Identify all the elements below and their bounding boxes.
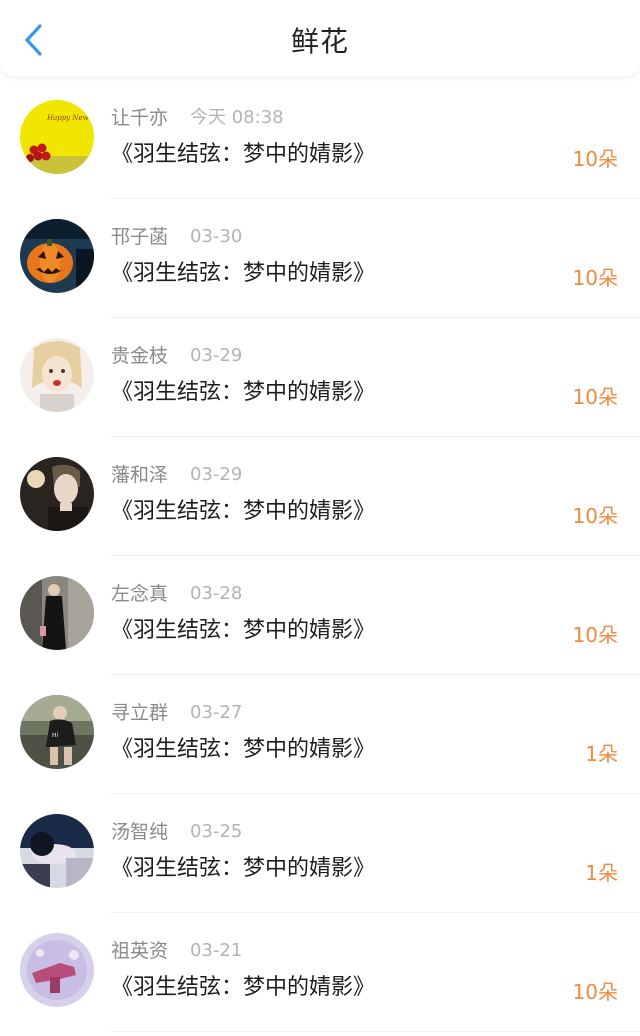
avatar[interactable] xyxy=(20,814,94,888)
work-title: 《羽生结弦：梦中的婧影》 xyxy=(111,618,376,643)
flower-count: 1朵 xyxy=(585,861,618,885)
sender-name: 寻立群 xyxy=(111,702,169,724)
work-title: 《羽生结弦：梦中的婧影》 xyxy=(111,261,376,286)
avatar[interactable]: Hi xyxy=(20,695,94,769)
work-title: 《羽生结弦：梦中的婧影》 xyxy=(111,737,376,762)
list-item[interactable]: 祖英资 03-21 《羽生结弦：梦中的婧影》 10朵 xyxy=(0,913,640,1032)
sent-date: 03-21 xyxy=(190,940,243,961)
work-title: 《羽生结弦：梦中的婧影》 xyxy=(111,499,376,524)
flower-count: 10朵 xyxy=(572,266,618,290)
sent-date: 03-28 xyxy=(190,583,243,604)
avatar[interactable] xyxy=(20,219,94,293)
work-title: 《羽生结弦：梦中的婧影》 xyxy=(111,380,376,405)
sender-name: 藩和泽 xyxy=(111,464,169,486)
sender-name: 左念真 xyxy=(111,583,169,605)
sender-name: 让千亦 xyxy=(111,107,169,129)
sent-date: 03-29 xyxy=(190,464,243,485)
flower-gift-list: Happy New Ye 让千亦 今天 08:38 《羽生结弦：梦中的婧影》 1… xyxy=(0,80,640,1032)
avatar-caption: Happy New Ye xyxy=(46,114,94,122)
sender-name: 贵金枝 xyxy=(111,345,169,367)
flower-count: 10朵 xyxy=(572,147,618,171)
list-item[interactable]: 藩和泽 03-29 《羽生结弦：梦中的婧影》 10朵 xyxy=(0,437,640,556)
divider xyxy=(110,1031,640,1032)
list-item[interactable]: Happy New Ye 让千亦 今天 08:38 《羽生结弦：梦中的婧影》 1… xyxy=(0,80,640,199)
avatar[interactable]: Happy New Ye xyxy=(20,100,94,174)
avatar[interactable] xyxy=(20,933,94,1007)
avatar[interactable] xyxy=(20,457,94,531)
flower-count: 10朵 xyxy=(572,385,618,409)
flower-count: 10朵 xyxy=(572,504,618,528)
sent-date: 03-25 xyxy=(190,821,243,842)
list-item[interactable]: 汤智纯 03-25 《羽生结弦：梦中的婧影》 1朵 xyxy=(0,794,640,913)
work-title: 《羽生结弦：梦中的婧影》 xyxy=(111,142,376,167)
list-item[interactable]: 左念真 03-28 《羽生结弦：梦中的婧影》 10朵 xyxy=(0,556,640,675)
flower-count: 1朵 xyxy=(585,742,618,766)
sender-name: 汤智纯 xyxy=(111,821,169,843)
flowers-page: 鲜花 Happy New Ye 让千亦 今天 08:38 《羽生结弦：梦中的婧影… xyxy=(0,0,640,1036)
sender-name: 邗子菡 xyxy=(111,226,169,248)
work-title: 《羽生结弦：梦中的婧影》 xyxy=(111,856,376,881)
list-item[interactable]: 邗子菡 03-30 《羽生结弦：梦中的婧影》 10朵 xyxy=(0,199,640,318)
svg-text:Hi: Hi xyxy=(52,732,59,739)
flower-count: 10朵 xyxy=(572,623,618,647)
list-item[interactable]: 贵金枝 03-29 《羽生结弦：梦中的婧影》 10朵 xyxy=(0,318,640,437)
sender-name: 祖英资 xyxy=(111,940,169,962)
sent-date: 03-29 xyxy=(190,345,243,366)
sent-date: 03-27 xyxy=(190,702,243,723)
page-title: 鲜花 xyxy=(290,25,349,58)
top-bar: 鲜花 xyxy=(0,0,640,76)
avatar[interactable] xyxy=(20,576,94,650)
work-title: 《羽生结弦：梦中的婧影》 xyxy=(111,975,376,1000)
list-item[interactable]: Hi 寻立群 03-27 《羽生结弦：梦中的婧影》 1朵 xyxy=(0,675,640,794)
sent-date: 03-30 xyxy=(190,226,243,247)
flower-count: 10朵 xyxy=(572,980,618,1004)
avatar[interactable] xyxy=(20,338,94,412)
sent-date: 今天 08:38 xyxy=(190,107,284,128)
